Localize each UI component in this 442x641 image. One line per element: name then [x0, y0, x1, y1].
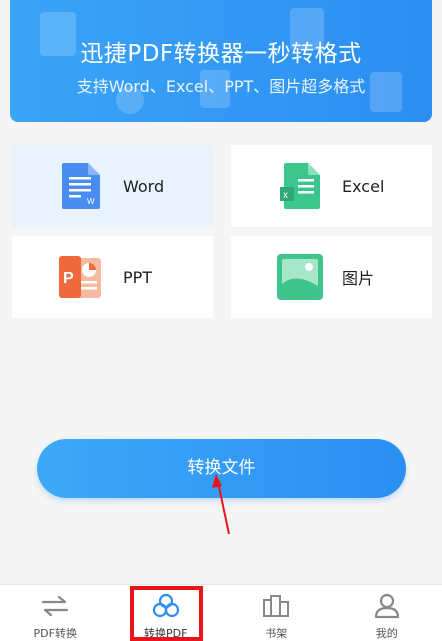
svg-text:P: P [63, 270, 74, 287]
nav-item-pdf-convert[interactable]: PDF转换 [0, 585, 111, 641]
format-card-excel[interactable]: x Excel [231, 145, 432, 227]
banner-subtitle: 支持Word、Excel、PPT、图片超多格式 [76, 77, 366, 96]
bookshelf-icon [261, 591, 291, 621]
ppt-slide-icon: P [57, 253, 105, 301]
format-label-ppt: PPT [123, 267, 153, 287]
svg-text:x: x [283, 190, 288, 201]
word-doc-icon: W [57, 162, 105, 210]
nav-item-profile[interactable]: 我的 [332, 585, 442, 641]
nav-item-convert-to-pdf[interactable]: 转换PDF [111, 585, 222, 641]
format-label-excel: Excel [342, 176, 385, 196]
nav-label-pdf-convert: PDF转换 [33, 627, 77, 640]
image-picture-icon [276, 253, 324, 301]
swap-arrows-icon [40, 591, 70, 621]
excel-sheet-icon: x [276, 162, 324, 210]
format-card-ppt[interactable]: P PPT [12, 236, 213, 318]
nav-label-convert-to-pdf: 转换PDF [144, 627, 188, 640]
cloud-convert-icon [151, 591, 181, 621]
convert-file-button[interactable]: 转换文件 [37, 439, 406, 498]
format-label-image: 图片 [342, 269, 375, 288]
svg-text:W: W [87, 197, 95, 206]
bottom-nav: PDF转换 转换PDF 书架 我的 [0, 584, 442, 641]
nav-label-bookshelf: 书架 [265, 627, 288, 640]
user-profile-icon [372, 591, 402, 621]
nav-item-bookshelf[interactable]: 书架 [221, 585, 332, 641]
promo-banner[interactable]: 迅捷PDF转换器一秒转格式 支持Word、Excel、PPT、图片超多格式 [10, 0, 432, 122]
banner-title: 迅捷PDF转换器一秒转格式 [80, 41, 362, 67]
app-screen: 迅捷PDF转换器一秒转格式 支持Word、Excel、PPT、图片超多格式 W … [0, 0, 442, 641]
format-label-word: Word [123, 176, 165, 196]
nav-label-profile: 我的 [375, 627, 398, 640]
format-card-word[interactable]: W Word [12, 145, 213, 227]
format-card-image[interactable]: 图片 [231, 236, 432, 318]
